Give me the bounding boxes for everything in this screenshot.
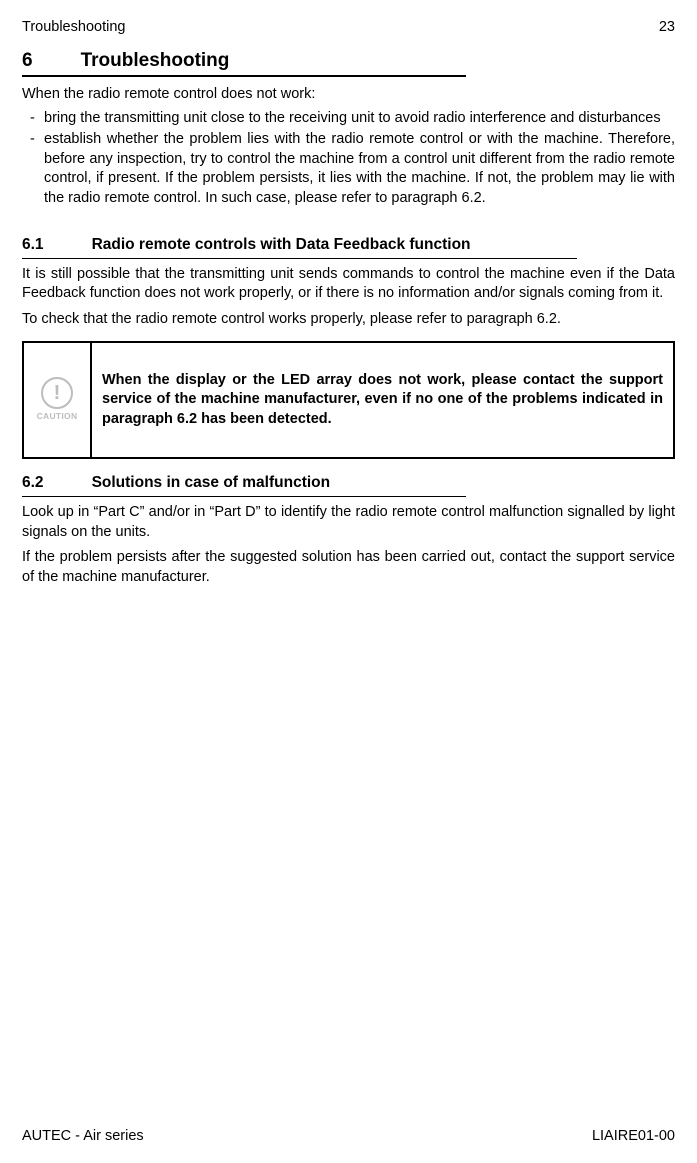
bullet-list: bring the transmitting unit close to the… (22, 109, 675, 211)
section-heading-6-2: 6.2 Solutions in case of malfunction (22, 473, 466, 497)
list-item: bring the transmitting unit close to the… (22, 109, 675, 129)
intro-text: When the radio remote control does not w… (22, 85, 675, 105)
page-number: 23 (659, 18, 675, 38)
caution-box: ! CAUTION When the display or the LED ar… (22, 341, 675, 459)
section-heading-6-1: 6.1 Radio remote controls with Data Feed… (22, 235, 577, 259)
section-number: 6.1 (22, 235, 44, 256)
chapter-heading: 6 Troubleshooting (22, 48, 466, 78)
section-number: 6.2 (22, 473, 44, 494)
chapter-number: 6 (22, 48, 33, 74)
caution-label: CAUTION (37, 411, 78, 422)
body-text: If the problem persists after the sugges… (22, 548, 675, 587)
body-text: To check that the radio remote control w… (22, 310, 675, 330)
list-item: establish whether the problem lies with … (22, 130, 675, 208)
caution-text: When the display or the LED array does n… (92, 343, 673, 457)
footer-right: LIAIRE01-00 (592, 1127, 675, 1147)
header-section: Troubleshooting (22, 18, 125, 38)
body-text: Look up in “Part C” and/or in “Part D” t… (22, 503, 675, 542)
body-text: It is still possible that the transmitti… (22, 265, 675, 304)
section-title: Solutions in case of malfunction (92, 473, 331, 494)
caution-icon-cell: ! CAUTION (24, 343, 92, 457)
section-title: Radio remote controls with Data Feedback… (92, 235, 471, 256)
footer-left: AUTEC - Air series (22, 1127, 144, 1147)
chapter-title: Troubleshooting (81, 48, 230, 74)
caution-icon: ! (41, 377, 73, 409)
